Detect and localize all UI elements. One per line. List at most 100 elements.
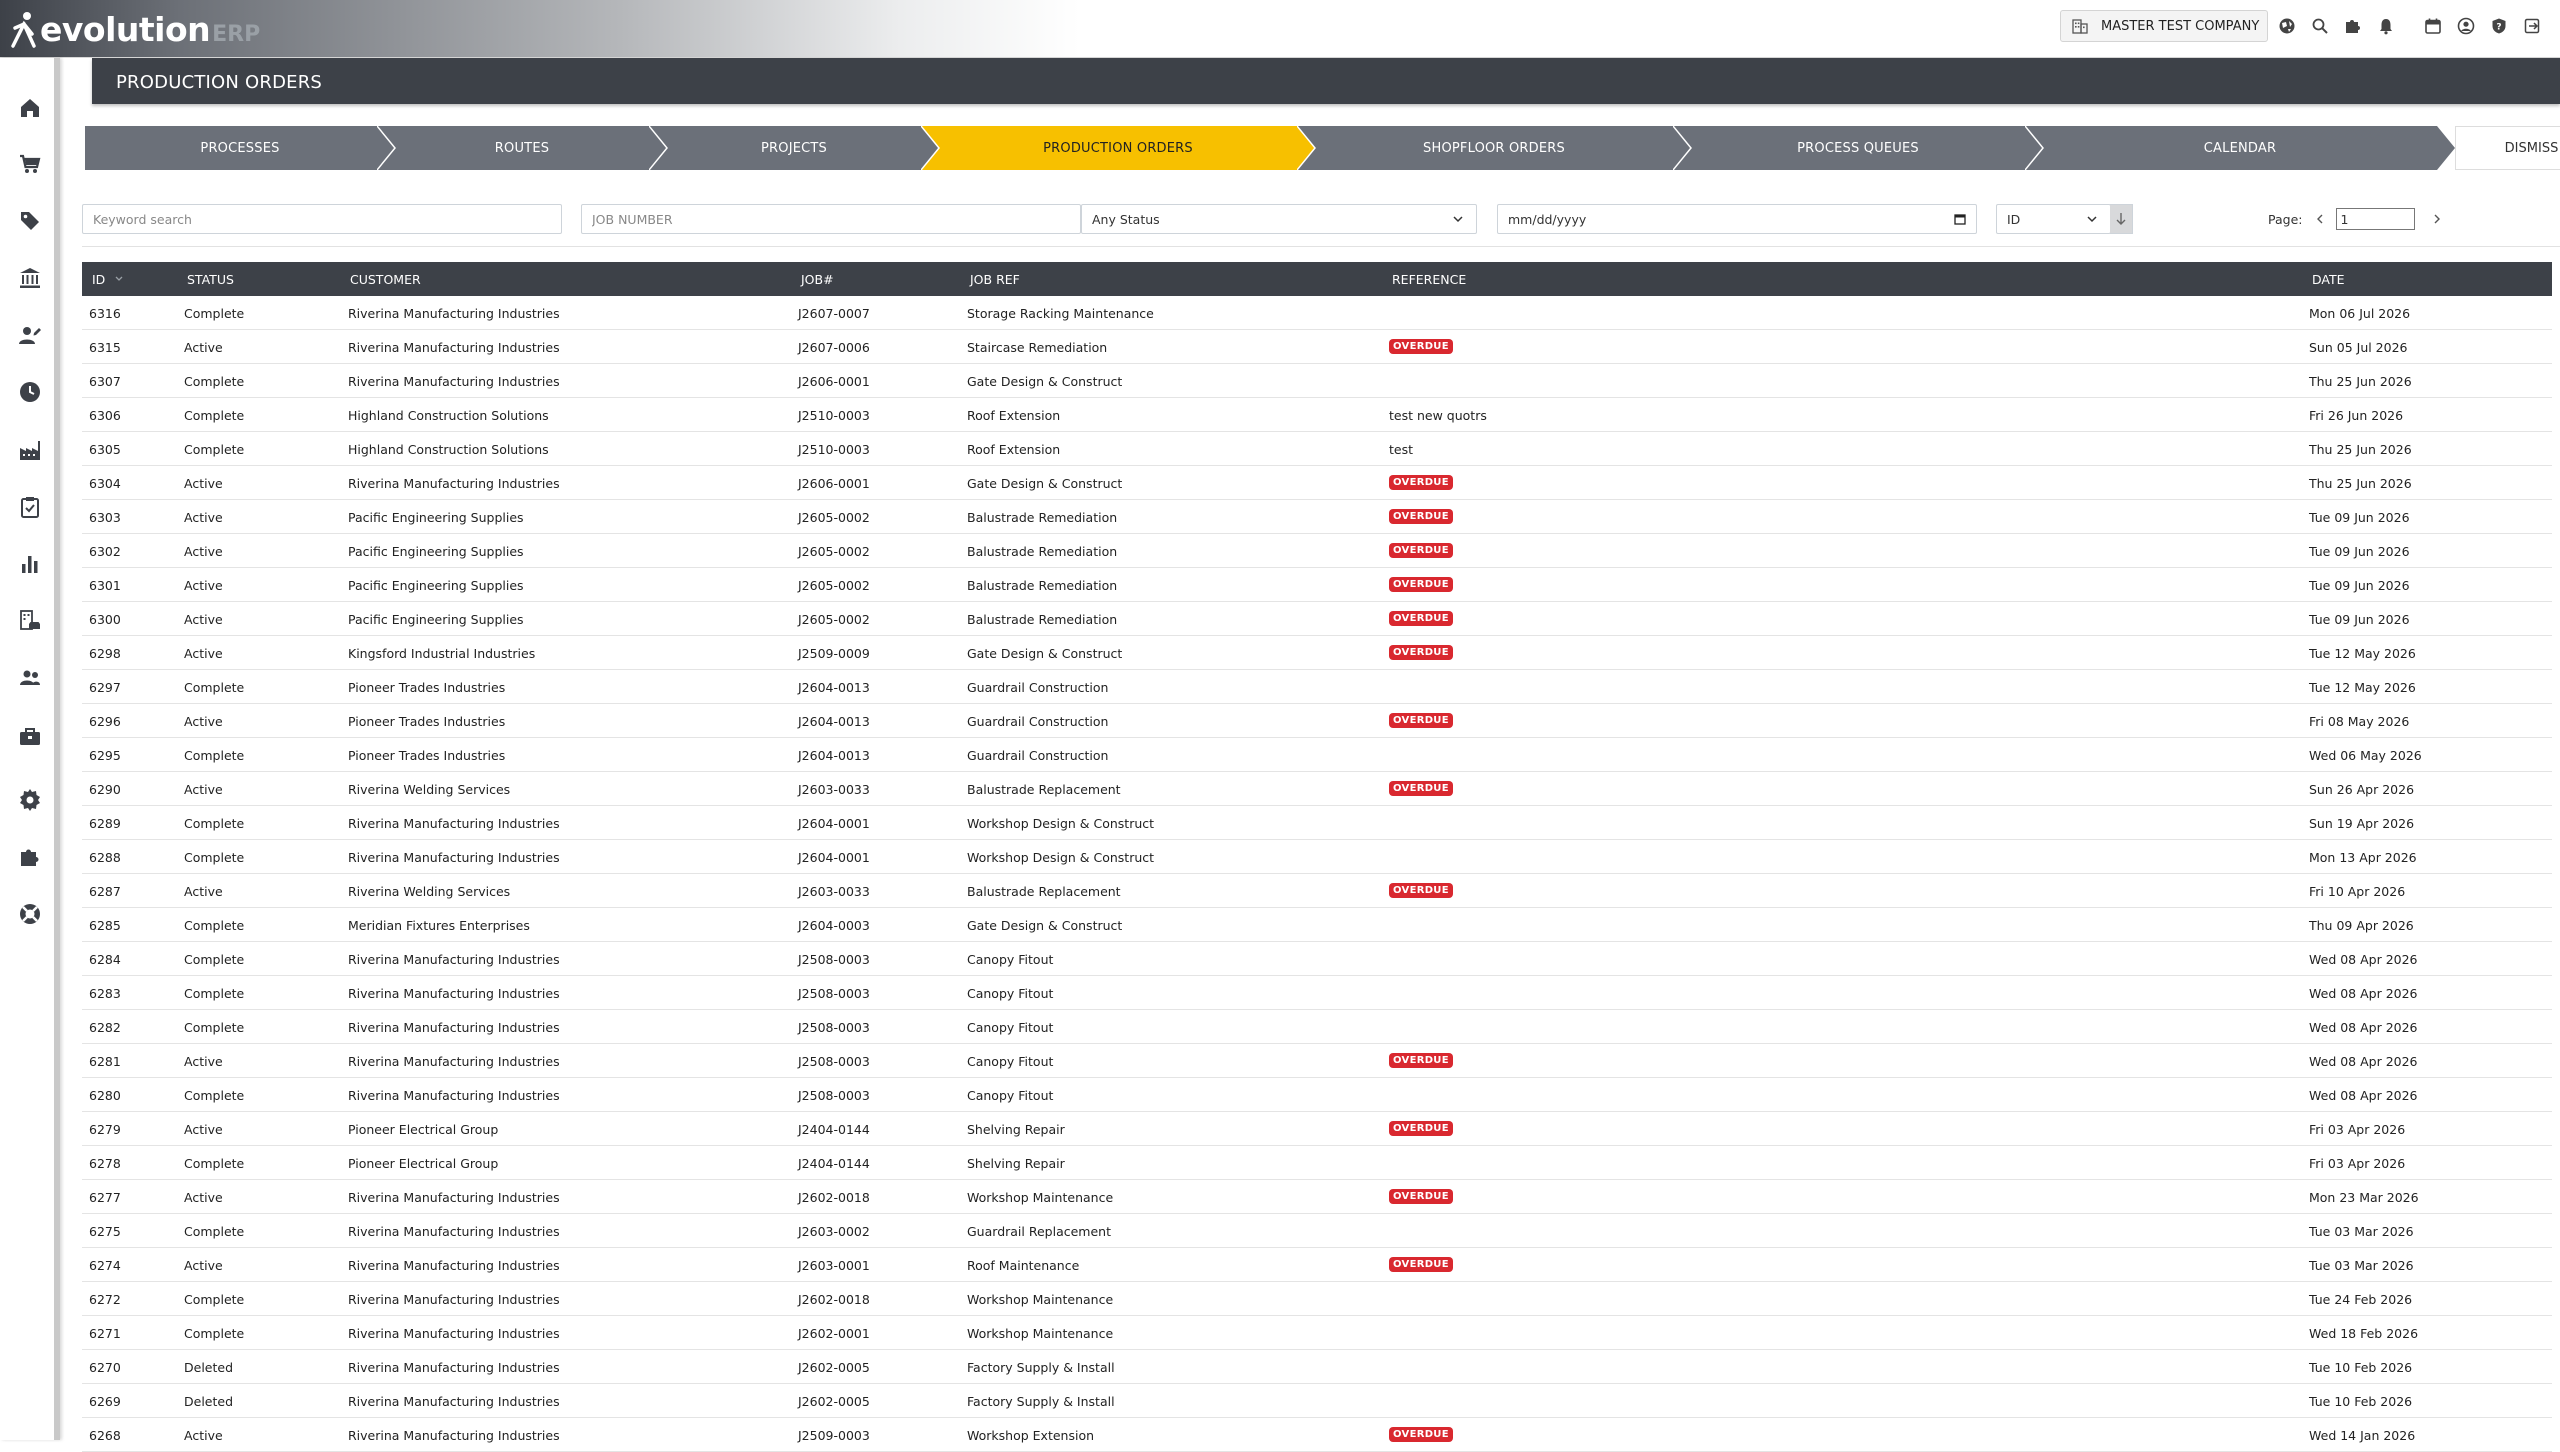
col-reference[interactable]: REFERENCE <box>1392 272 1466 287</box>
factory-icon[interactable] <box>15 435 45 465</box>
job-number-field[interactable] <box>592 211 1070 227</box>
chevron-right-icon[interactable] <box>2431 213 2443 225</box>
user-edit-icon[interactable] <box>15 320 45 350</box>
step-projects[interactable]: PROJECTS <box>649 126 939 170</box>
bar-chart-icon[interactable] <box>15 549 45 579</box>
cell-job-ref: Workshop Maintenance <box>967 1326 1114 1341</box>
table-row[interactable]: 6302 Active Pacific Engineering Supplies J2… <box>82 534 2552 568</box>
table-row[interactable]: 6287 Active Riverina Welding Services J2603… <box>82 874 2552 908</box>
table-row[interactable]: 6285 Complete Meridian Fixtures Enterprise… <box>82 908 2552 942</box>
table-row[interactable]: 6278 Complete Pioneer Electrical Group J240… <box>82 1146 2552 1180</box>
table-row[interactable]: 6268 Active Riverina Manufacturing Industr… <box>82 1418 2552 1452</box>
table-row[interactable]: 6298 Active Kingsford Industrial Industrie… <box>82 636 2552 670</box>
step-label: PROJECTS <box>760 140 828 156</box>
keyword-search-field[interactable] <box>93 211 551 227</box>
lifebuoy-icon[interactable] <box>15 899 45 929</box>
step-process-queues[interactable]: PROCESS QUEUES <box>1673 126 2043 170</box>
col-id[interactable]: ID <box>92 272 105 287</box>
clipboard-check-icon[interactable] <box>15 492 45 522</box>
job-number-input[interactable] <box>581 204 1081 234</box>
step-production-orders[interactable]: PRODUCTION ORDERS <box>921 126 1315 170</box>
puzzle-icon[interactable] <box>15 842 45 872</box>
col-job-ref[interactable]: JOB REF <box>970 272 1020 287</box>
cell-job-number: J2603-0033 <box>798 884 870 899</box>
table-row[interactable]: 6307 Complete Riverina Manufacturing Indus… <box>82 364 2552 398</box>
cell-customer: Pioneer Trades Industries <box>348 680 506 695</box>
table-row[interactable]: 6280 Complete Riverina Manufacturing Indus… <box>82 1078 2552 1112</box>
cell-job-ref: Balustrade Remediation <box>967 578 1118 593</box>
calendar-picker-icon[interactable] <box>1954 213 1966 225</box>
table-row[interactable]: 6282 Complete Riverina Manufacturing Indus… <box>82 1010 2552 1044</box>
table-row[interactable]: 6274 Active Riverina Manufacturing Industr… <box>82 1248 2552 1282</box>
step-calendar[interactable]: CALENDAR <box>2025 126 2455 170</box>
table-row[interactable]: 6301 Active Pacific Engineering Supplies J2… <box>82 568 2552 602</box>
col-job-number[interactable]: JOB# <box>801 272 834 287</box>
settings-icon[interactable] <box>15 785 45 815</box>
toolbox-icon[interactable] <box>15 721 45 751</box>
table-row[interactable]: 6279 Active Pioneer Electrical Group J2404-… <box>82 1112 2552 1146</box>
table-row[interactable]: 6297 Complete Pioneer Trades Industries J26… <box>82 670 2552 704</box>
table-row[interactable]: 6303 Active Pacific Engineering Supplies J2… <box>82 500 2552 534</box>
bell-icon[interactable] <box>2369 12 2402 40</box>
col-date[interactable]: DATE <box>2312 272 2345 287</box>
search-icon[interactable] <box>2303 12 2336 40</box>
user-icon[interactable] <box>2449 12 2482 40</box>
table-row[interactable]: 6277 Active Riverina Manufacturing Industr… <box>82 1180 2552 1214</box>
page-input[interactable]: 1 <box>2336 208 2416 230</box>
step-label: CALENDAR <box>2203 140 2277 156</box>
table-row[interactable]: 6281 Active Riverina Manufacturing Industr… <box>82 1044 2552 1078</box>
cart-icon[interactable] <box>15 149 45 179</box>
globe-icon[interactable] <box>2270 12 2303 40</box>
cell-date: Thu 25 Jun 2026 <box>2309 476 2412 491</box>
keyword-search-input[interactable] <box>82 204 562 234</box>
table-row[interactable]: 6300 Active Pacific Engineering Supplies J2… <box>82 602 2552 636</box>
table-row[interactable]: 6306 Complete Highland Construction Soluti… <box>82 398 2552 432</box>
table-row[interactable]: 6296 Active Pioneer Trades Industries J2604… <box>82 704 2552 738</box>
dismiss-button[interactable]: DISMISS <box>2455 126 2560 170</box>
table-row[interactable]: 6269 Deleted Riverina Manufacturing Indust… <box>82 1384 2552 1418</box>
step-routes[interactable]: ROUTES <box>377 126 667 170</box>
help-icon[interactable]: ? <box>2482 12 2515 40</box>
table-row[interactable]: 6315 Active Riverina Manufacturing Industr… <box>82 330 2552 364</box>
page-title: PRODUCTION ORDERS <box>116 72 323 93</box>
company-selector[interactable]: MASTER TEST COMPANY <box>2060 10 2269 42</box>
cell-job-number: J2606-0001 <box>798 476 870 491</box>
table-row[interactable]: 6283 Complete Riverina Manufacturing Indus… <box>82 976 2552 1010</box>
bank-icon[interactable] <box>15 263 45 293</box>
table-row[interactable]: 6304 Active Riverina Manufacturing Industr… <box>82 466 2552 500</box>
chevron-left-icon[interactable] <box>2314 213 2326 225</box>
sort-select[interactable]: ID <box>1996 204 2111 234</box>
table-row[interactable]: 6316 Complete Riverina Manufacturing Indus… <box>82 296 2552 330</box>
calendar-icon[interactable] <box>2416 12 2449 40</box>
date-input[interactable]: mm/dd/yyyy <box>1497 204 1977 234</box>
logout-icon[interactable] <box>2515 12 2548 40</box>
col-customer[interactable]: CUSTOMER <box>350 272 421 287</box>
tag-icon[interactable] <box>15 206 45 236</box>
app-logo[interactable]: evolution ERP <box>10 8 260 50</box>
step-processes[interactable]: PROCESSES <box>85 126 395 170</box>
overdue-badge: OVERDUE <box>1389 1053 1453 1068</box>
table-row[interactable]: 6290 Active Riverina Welding Services J2603… <box>82 772 2552 806</box>
table-row[interactable]: 6295 Complete Pioneer Trades Industries J26… <box>82 738 2552 772</box>
puzzle-icon[interactable] <box>2336 12 2369 40</box>
overdue-badge: OVERDUE <box>1389 475 1453 490</box>
table-row[interactable]: 6275 Complete Riverina Manufacturing Indus… <box>82 1214 2552 1248</box>
logo-suffix: ERP <box>212 21 261 47</box>
cell-job-number: J2603-0002 <box>798 1224 870 1239</box>
building-car-icon[interactable] <box>15 606 45 636</box>
table-row[interactable]: 6288 Complete Riverina Manufacturing Indus… <box>82 840 2552 874</box>
table-row[interactable]: 6289 Complete Riverina Manufacturing Indus… <box>82 806 2552 840</box>
users-icon[interactable] <box>15 663 45 693</box>
table-row[interactable]: 6272 Complete Riverina Manufacturing Indus… <box>82 1282 2552 1316</box>
clock-icon[interactable] <box>15 377 45 407</box>
col-status[interactable]: STATUS <box>187 272 234 287</box>
table-row[interactable]: 6270 Deleted Riverina Manufacturing Indust… <box>82 1350 2552 1384</box>
table-row[interactable]: 6284 Complete Riverina Manufacturing Indus… <box>82 942 2552 976</box>
step-shopfloor-orders[interactable]: SHOPFLOOR ORDERS <box>1297 126 1691 170</box>
table-row[interactable]: 6271 Complete Riverina Manufacturing Indus… <box>82 1316 2552 1350</box>
sort-direction-button[interactable] <box>2110 204 2133 234</box>
status-select[interactable]: Any Status <box>1081 204 1477 234</box>
table-row[interactable]: 6305 Complete Highland Construction Soluti… <box>82 432 2552 466</box>
home-icon[interactable] <box>15 93 45 123</box>
cell-date: Mon 23 Mar 2026 <box>2309 1190 2419 1205</box>
